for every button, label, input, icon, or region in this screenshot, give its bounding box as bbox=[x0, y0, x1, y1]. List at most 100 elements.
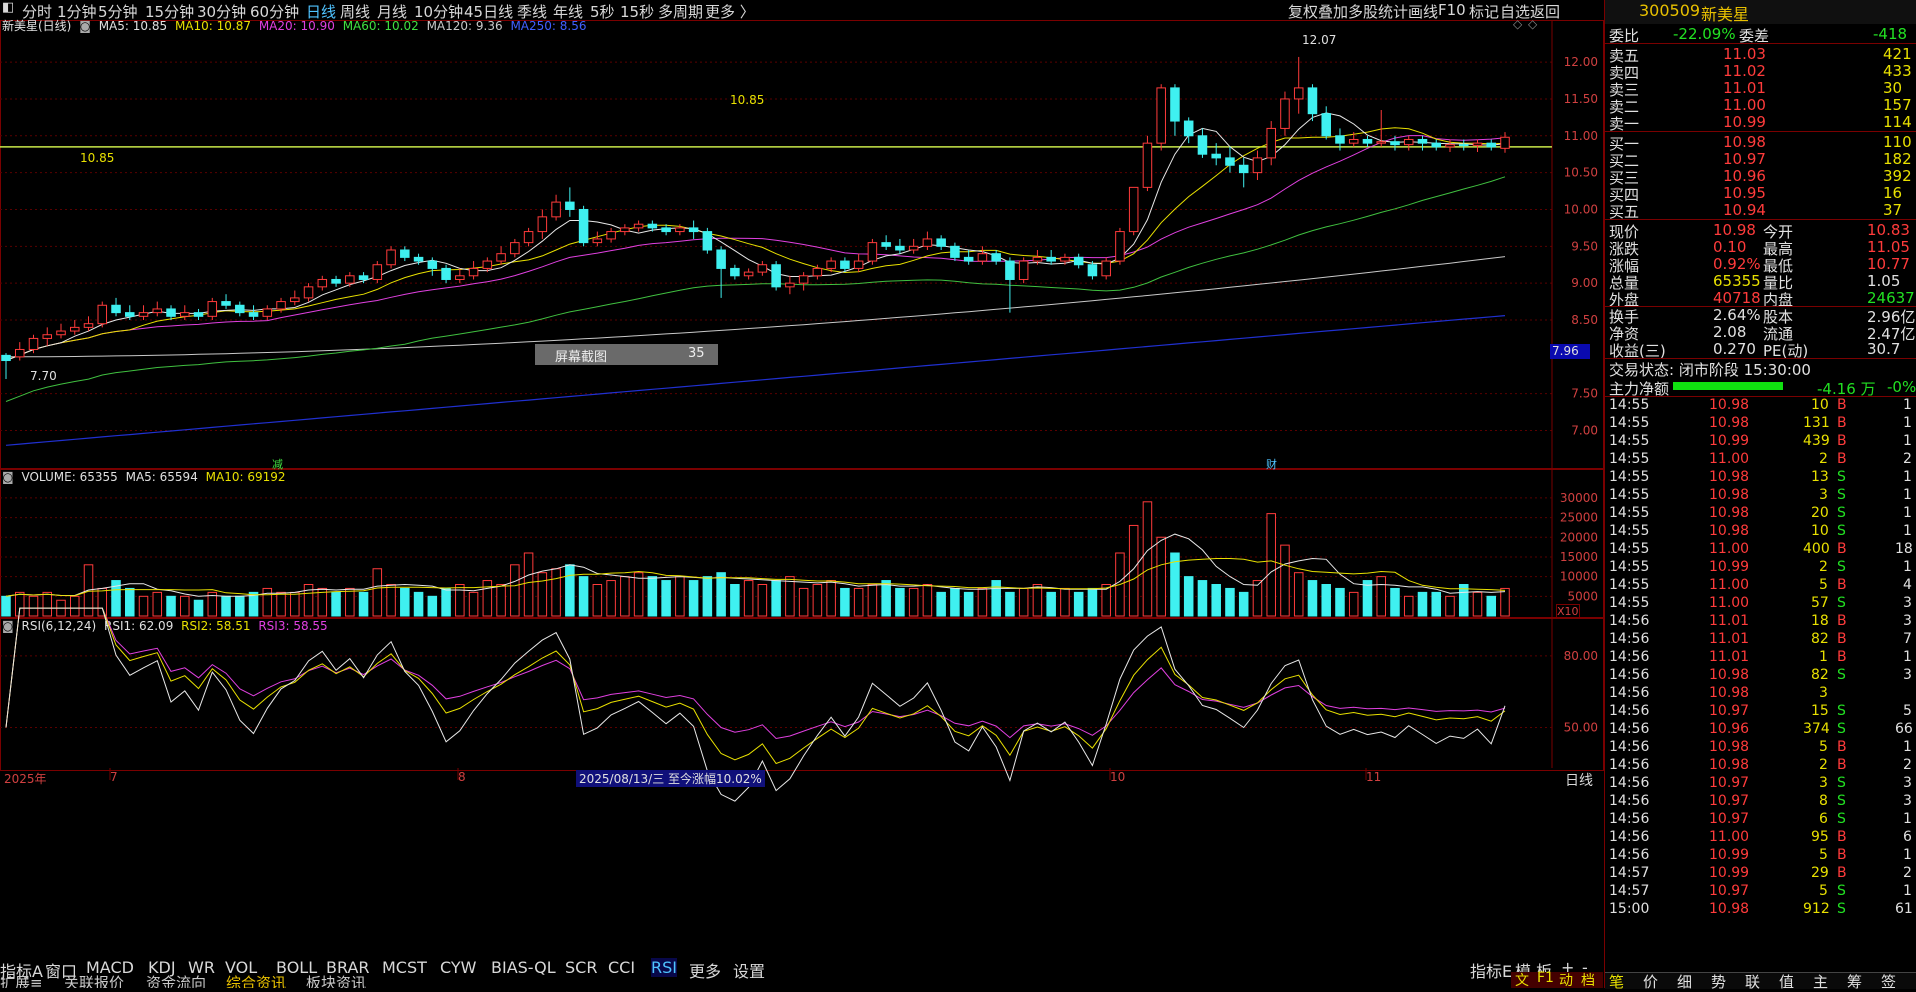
quote-row: 换手 2.64% 股本 2.96亿 bbox=[1605, 306, 1916, 326]
rp-bottom-tab[interactable]: 主 bbox=[1813, 971, 1828, 992]
bottom-tab[interactable]: 扩展≡ bbox=[0, 975, 43, 988]
bid-row[interactable]: 买一 10.98 110 bbox=[1605, 133, 1916, 153]
ask-volume: 433 bbox=[1883, 62, 1912, 80]
window-menu-icon[interactable]: ◧ bbox=[2, 0, 14, 15]
screenshot-button[interactable]: 屏幕截图 35 bbox=[535, 344, 718, 365]
rp-bottom-tab[interactable]: 笔 bbox=[1609, 971, 1624, 992]
side-mark[interactable]: 文 bbox=[1515, 970, 1529, 990]
candle-body bbox=[922, 238, 933, 247]
candle-body bbox=[152, 308, 163, 314]
quote-value: 10.77 bbox=[1867, 255, 1910, 273]
toolbar-action[interactable]: 标记 bbox=[1469, 1, 1499, 22]
side-mark[interactable]: 档 bbox=[1581, 970, 1595, 990]
volume-bar bbox=[606, 580, 616, 617]
toolbar-action[interactable]: 复权 bbox=[1288, 1, 1318, 22]
volume-bar bbox=[551, 568, 561, 617]
candle-body bbox=[826, 260, 836, 269]
toolbar-action[interactable]: F10 bbox=[1438, 1, 1466, 19]
tick-side: B bbox=[1837, 739, 1847, 755]
rp-bottom-tab[interactable]: 细 bbox=[1677, 971, 1692, 992]
tick-volume: 13 bbox=[1811, 469, 1829, 485]
tick-price: 10.99 bbox=[1709, 433, 1750, 449]
volume-bar bbox=[1046, 591, 1056, 617]
toolbar-action[interactable]: 叠加 bbox=[1318, 1, 1348, 22]
tick-volume: 3 bbox=[1819, 685, 1828, 701]
candle-body bbox=[138, 312, 149, 317]
rp-bottom-tab[interactable]: 筹 bbox=[1847, 971, 1862, 992]
volume-bar bbox=[1032, 584, 1043, 617]
candle-body bbox=[1280, 98, 1290, 129]
period-tab[interactable]: 5秒 bbox=[590, 1, 615, 22]
marker-cai[interactable]: 财 bbox=[1266, 456, 1277, 472]
volume-bar bbox=[468, 591, 479, 617]
marker-jian[interactable]: 减 bbox=[272, 456, 283, 472]
ask-row[interactable]: 卖五 11.03 421 bbox=[1605, 45, 1916, 65]
ask-row[interactable]: 卖三 11.01 30 bbox=[1605, 79, 1916, 99]
volume-bar bbox=[950, 587, 960, 617]
toolbar-action[interactable]: 多股 bbox=[1348, 1, 1378, 22]
bid-row[interactable]: 买五 10.94 37 bbox=[1605, 201, 1916, 221]
tick-count: 3 bbox=[1903, 595, 1912, 611]
volume-bar bbox=[386, 584, 396, 617]
period-indicator[interactable]: 日线 bbox=[1565, 770, 1593, 790]
volume-bar bbox=[936, 591, 946, 617]
price-tick: 11.00 bbox=[1564, 129, 1598, 143]
volume-bar bbox=[592, 584, 603, 617]
candle-body bbox=[565, 201, 575, 210]
candle-body bbox=[1307, 87, 1318, 115]
volume-bar bbox=[1142, 501, 1153, 617]
tick-time: 14:55 bbox=[1609, 451, 1650, 467]
candle-body bbox=[1128, 186, 1139, 233]
tick-time: 14:56 bbox=[1609, 847, 1650, 863]
tick-volume: 57 bbox=[1811, 595, 1829, 611]
tick-count: 1 bbox=[1903, 559, 1912, 575]
tick-row: 14:56 10.97 15 S 5 bbox=[1605, 703, 1916, 721]
kline-chart[interactable]: 12.00 11.50 11.00 10.50 10.00 9.50 9.00 8.50 7.5… bbox=[0, 20, 1604, 950]
toolbar-action[interactable]: 画线 bbox=[1408, 1, 1438, 22]
chart-area[interactable]: 新美星(日线) ◙ MA5: 10.85 MA10: 10.87 MA20: 1… bbox=[0, 17, 1604, 950]
tick-side: S bbox=[1837, 595, 1846, 611]
bid-price: 10.95 bbox=[1723, 184, 1766, 202]
candle-body bbox=[386, 249, 396, 266]
candle-body bbox=[606, 231, 616, 240]
bid-row[interactable]: 买四 10.95 16 bbox=[1605, 184, 1916, 204]
rp-bottom-tab[interactable]: 势 bbox=[1711, 971, 1726, 992]
candle-body bbox=[14, 348, 25, 358]
ask-row[interactable]: 卖二 11.00 157 bbox=[1605, 96, 1916, 116]
x-label-jul: 7 bbox=[110, 770, 118, 784]
period-tab[interactable]: 更多 〉 bbox=[705, 1, 755, 22]
rp-bottom-tab[interactable]: 价 bbox=[1643, 971, 1658, 992]
rp-bottom-tab[interactable]: 联 bbox=[1745, 971, 1760, 992]
rsi-tick: 50.00 bbox=[1564, 720, 1598, 734]
ask-row[interactable]: 卖四 11.02 433 bbox=[1605, 62, 1916, 82]
rp-bottom-tab[interactable]: 签 bbox=[1881, 971, 1896, 992]
bid-row[interactable]: 买三 10.96 392 bbox=[1605, 167, 1916, 187]
bottom-tab[interactable]: 资金流向 bbox=[146, 975, 206, 988]
tick-volume: 15 bbox=[1811, 703, 1829, 719]
toolbar-action[interactable]: 统计 bbox=[1378, 1, 1408, 22]
period-tab[interactable]: 15秒 bbox=[620, 1, 654, 22]
candle-body bbox=[688, 227, 699, 233]
tick-price: 10.98 bbox=[1709, 523, 1750, 539]
candle-body bbox=[1156, 87, 1166, 144]
side-mark[interactable]: F1 bbox=[1537, 970, 1554, 986]
rp-bottom-tabs: 笔价细势联值主筹签 bbox=[1605, 971, 1916, 992]
period-tab[interactable]: 多周期 bbox=[658, 1, 703, 22]
volume-bar bbox=[496, 584, 506, 617]
tick-time: 14:57 bbox=[1609, 883, 1650, 899]
tick-time: 14:55 bbox=[1609, 595, 1650, 611]
bottom-tab[interactable]: 板块资讯 bbox=[306, 975, 366, 988]
tick-volume: 10 bbox=[1811, 523, 1829, 539]
ask-row[interactable]: 卖一 10.99 114 bbox=[1605, 113, 1916, 133]
tick-price: 10.97 bbox=[1709, 811, 1750, 827]
volume-bar bbox=[688, 580, 699, 617]
volume-bar bbox=[1390, 587, 1400, 617]
volume-bar bbox=[235, 595, 245, 617]
side-mark[interactable]: 动 bbox=[1559, 970, 1573, 990]
bid-row[interactable]: 买二 10.97 182 bbox=[1605, 150, 1916, 170]
bottom-tab[interactable]: 关联报价 bbox=[64, 975, 124, 988]
rp-bottom-tab[interactable]: 值 bbox=[1779, 971, 1794, 992]
bottom-tab[interactable]: 综合资讯 bbox=[226, 975, 286, 988]
candle-body bbox=[400, 249, 410, 258]
price-tick: 9.00 bbox=[1571, 276, 1598, 290]
